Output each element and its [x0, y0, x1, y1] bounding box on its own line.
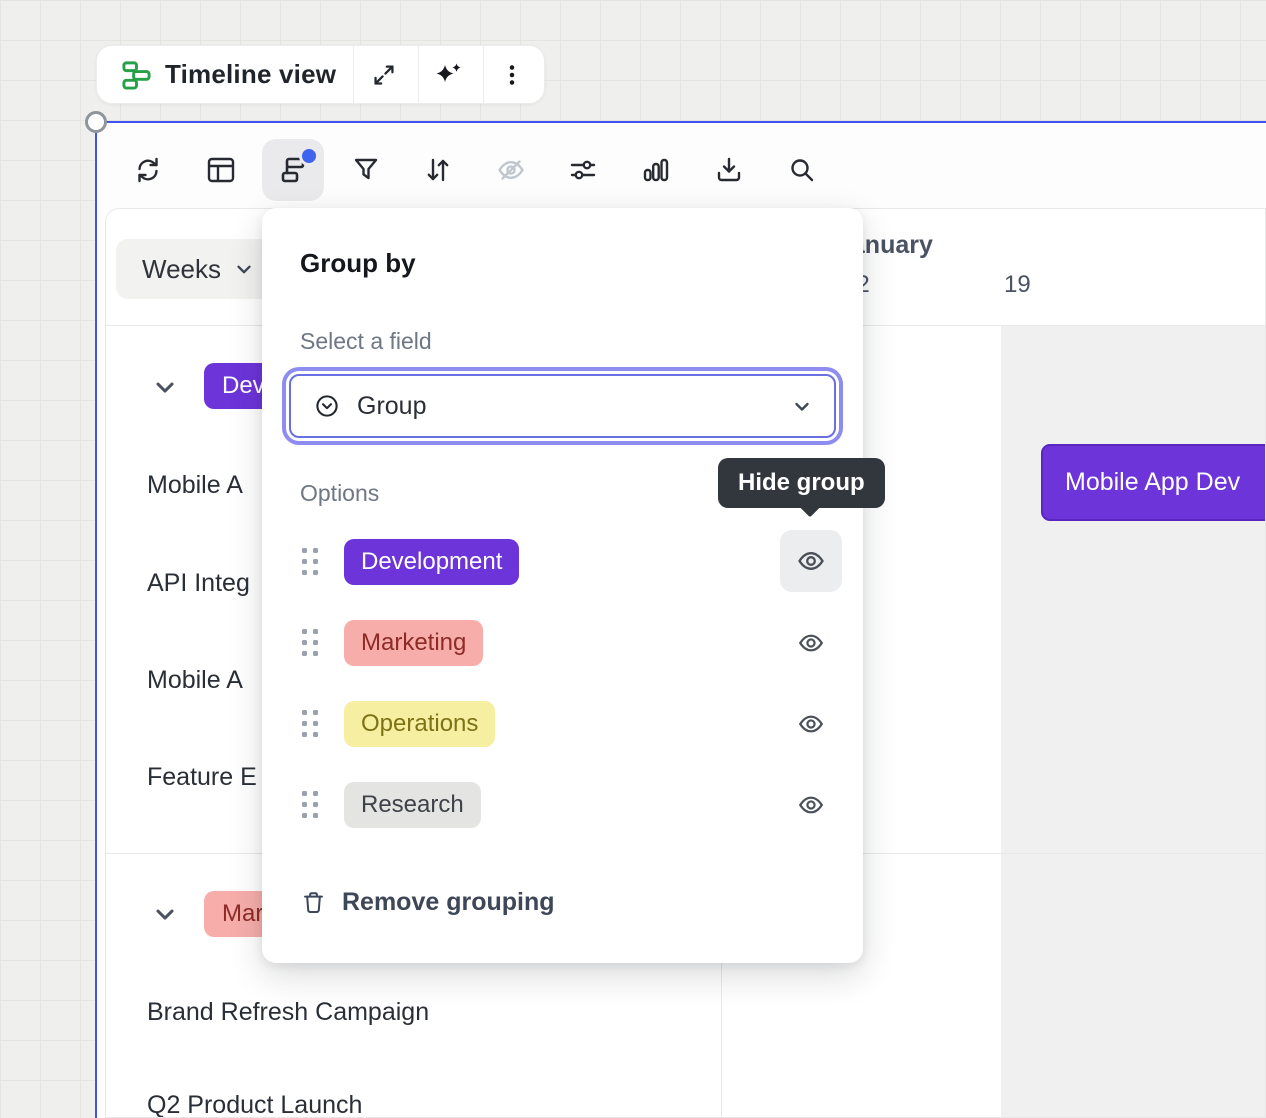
kebab-menu-icon[interactable]: [480, 46, 544, 103]
zoom-level-dropdown[interactable]: Weeks: [116, 239, 275, 299]
task-row-label[interactable]: Mobile A: [147, 471, 243, 500]
group-field-select[interactable]: Group: [289, 374, 836, 438]
hide-fields-icon[interactable]: [489, 148, 533, 192]
trash-icon: [300, 889, 327, 916]
task-row-label[interactable]: Feature E: [147, 763, 257, 792]
collapse-group-chevron[interactable]: [151, 373, 179, 401]
hide-group-eye-button[interactable]: [796, 709, 826, 739]
option-badge: Marketing: [344, 620, 483, 666]
hide-group-eye-button[interactable]: [796, 628, 826, 658]
date-tick: 19: [1004, 271, 1031, 299]
zoom-level-label: Weeks: [142, 254, 221, 285]
drag-handle-icon[interactable]: [302, 548, 318, 575]
option-row-operations: Operations: [262, 683, 863, 764]
download-icon[interactable]: [707, 148, 751, 192]
divider: [353, 46, 354, 103]
gantt-bar-label: Mobile App Dev: [1065, 468, 1240, 497]
option-badge: Development: [344, 539, 519, 585]
selected-field-value: Group: [357, 392, 426, 421]
group-by-popup: Group by Select a field Group Options De…: [262, 208, 863, 963]
popup-title: Group by: [300, 248, 416, 279]
option-badge: Research: [344, 782, 481, 828]
option-row-marketing: Marketing: [262, 602, 863, 683]
widget-header: Timeline view: [96, 45, 545, 104]
widget-title-button[interactable]: Timeline view: [97, 59, 352, 90]
options-section-label: Options: [300, 480, 379, 507]
divider: [418, 46, 419, 103]
hide-group-tooltip: Hide group: [718, 458, 885, 508]
chart-icon[interactable]: [634, 148, 678, 192]
divider: [483, 46, 484, 103]
widget-title: Timeline view: [165, 59, 336, 90]
gantt-bar-mobile-app-dev[interactable]: Mobile App Dev: [1041, 444, 1266, 521]
option-row-development: Development: [262, 521, 863, 602]
timeline-view-icon: [121, 59, 152, 90]
task-row-label[interactable]: API Integ: [147, 569, 250, 598]
search-icon[interactable]: [780, 148, 824, 192]
circle-chevron-icon: [313, 392, 341, 420]
tooltip-text: Hide group: [738, 469, 865, 497]
expand-icon[interactable]: [352, 46, 416, 103]
sync-icon[interactable]: [126, 148, 170, 192]
remove-grouping-label: Remove grouping: [342, 888, 555, 917]
drag-handle-icon[interactable]: [302, 791, 318, 818]
group-active-dot: [299, 146, 319, 166]
task-row-label[interactable]: Brand Refresh Campaign: [147, 998, 429, 1027]
adjust-icon[interactable]: [561, 148, 605, 192]
hide-group-eye-button[interactable]: [796, 790, 826, 820]
hide-group-eye-button[interactable]: [780, 530, 842, 592]
task-row-label[interactable]: Q2 Product Launch: [147, 1091, 362, 1118]
tooltip-caret: [799, 495, 822, 518]
chevron-down-icon: [233, 258, 255, 280]
option-badge: Operations: [344, 701, 495, 747]
remove-grouping-button[interactable]: Remove grouping: [300, 888, 555, 917]
canvas: Timeline view: [0, 0, 1266, 1118]
table-layout-icon[interactable]: [199, 148, 243, 192]
filter-icon[interactable]: [344, 148, 388, 192]
sparkle-icon[interactable]: [416, 46, 480, 103]
selection-resize-handle[interactable]: [85, 111, 107, 133]
selection-border-top: [96, 121, 1266, 123]
chevron-down-icon: [790, 394, 814, 418]
sort-icon[interactable]: [416, 148, 460, 192]
field-section-label: Select a field: [300, 328, 432, 355]
task-row-label[interactable]: Mobile A: [147, 666, 243, 695]
drag-handle-icon[interactable]: [302, 629, 318, 656]
drag-handle-icon[interactable]: [302, 710, 318, 737]
selection-border-left: [95, 121, 97, 1118]
option-row-research: Research: [262, 764, 863, 845]
collapse-group-chevron[interactable]: [151, 900, 179, 928]
